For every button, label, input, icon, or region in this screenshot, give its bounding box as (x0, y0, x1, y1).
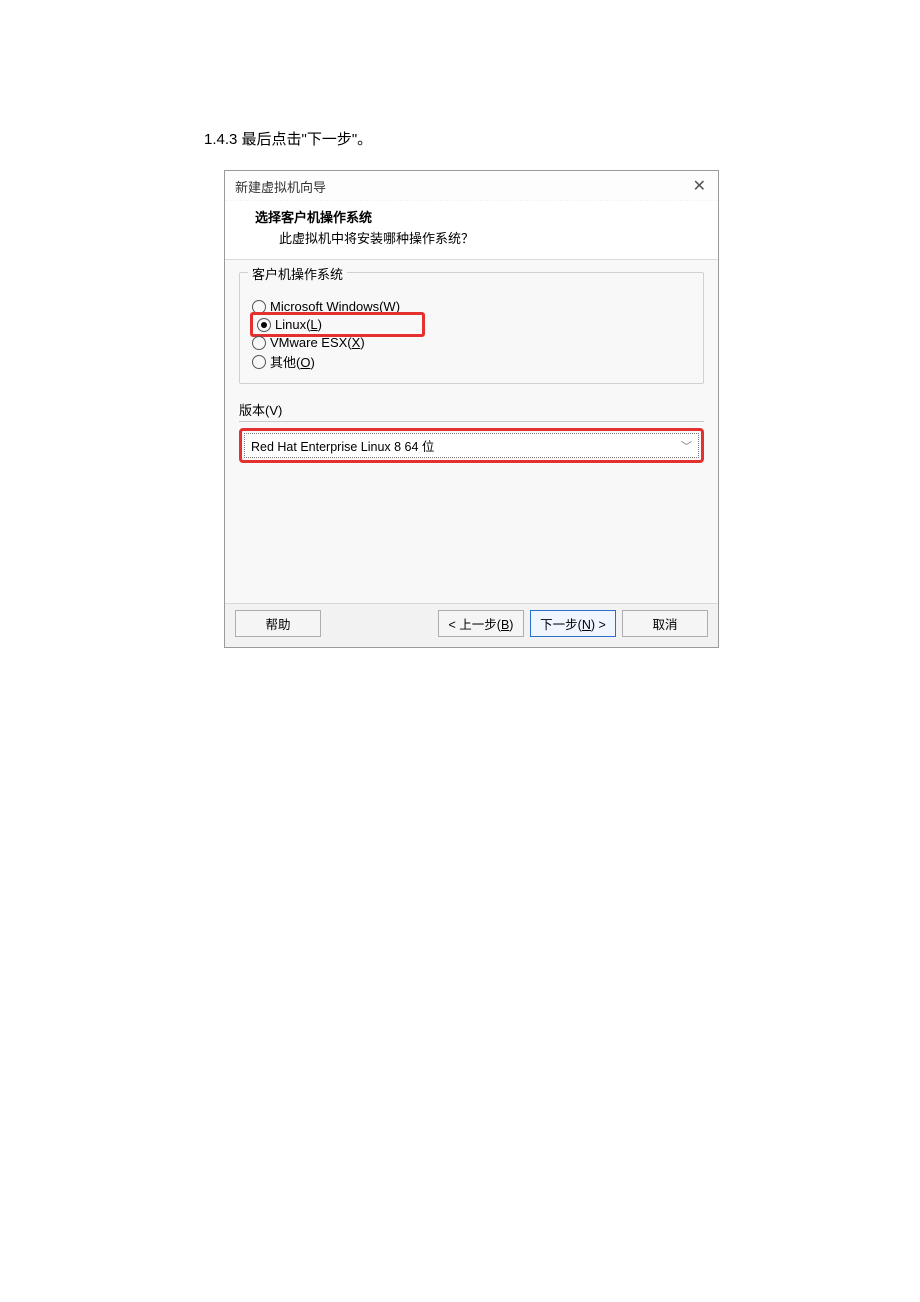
chevron-down-icon: ﹀ (681, 438, 692, 454)
help-button[interactable]: 帮助 (235, 610, 321, 637)
guest-os-fieldset: 客户机操作系统 Microsoft Windows(W) Linux(L) (239, 272, 704, 384)
header-title: 选择客户机操作系统 (255, 207, 698, 226)
dialog-content: 客户机操作系统 Microsoft Windows(W) Linux(L) (225, 260, 718, 603)
radio-icon (257, 318, 271, 332)
version-label: 版本(V) (239, 400, 704, 422)
radio-linux[interactable]: Linux(L) (255, 317, 324, 332)
new-vm-wizard-dialog: 新建虚拟机向导 ✕ 选择客户机操作系统 此虚拟机中将安装哪种操作系统？ 客户机操… (224, 170, 719, 648)
radio-label: Linux(L) (275, 317, 322, 332)
cancel-button[interactable]: 取消 (622, 610, 708, 637)
radio-icon (252, 355, 266, 369)
guest-os-legend: 客户机操作系统 (248, 264, 347, 283)
highlight-version: Red Hat Enterprise Linux 8 64 位 ﹀ (239, 428, 704, 463)
dialog-titlebar: 新建虚拟机向导 ✕ (225, 171, 718, 201)
radio-icon (252, 336, 266, 350)
header-subtitle: 此虚拟机中将安装哪种操作系统？ (279, 228, 698, 247)
dialog-title: 新建虚拟机向导 (235, 177, 326, 196)
document-caption: 1.4.3 最后点击"下一步"。 (204, 128, 372, 149)
dialog-header: 选择客户机操作系统 此虚拟机中将安装哪种操作系统？ (225, 201, 718, 260)
dialog-footer: 帮助 < 上一步(B) 下一步(N) > 取消 (225, 603, 718, 647)
version-select-value: Red Hat Enterprise Linux 8 64 位 (251, 436, 434, 455)
radio-label: 其他(O) (270, 352, 315, 371)
highlight-linux: Linux(L) (250, 312, 425, 337)
next-button[interactable]: 下一步(N) > (530, 610, 616, 637)
close-icon[interactable]: ✕ (689, 179, 710, 195)
radio-other[interactable]: 其他(O) (250, 352, 693, 371)
back-button[interactable]: < 上一步(B) (438, 610, 524, 637)
version-select[interactable]: Red Hat Enterprise Linux 8 64 位 ﹀ (244, 433, 699, 458)
radio-vmware-esx[interactable]: VMware ESX(X) (250, 335, 693, 350)
radio-label: VMware ESX(X) (270, 335, 365, 350)
